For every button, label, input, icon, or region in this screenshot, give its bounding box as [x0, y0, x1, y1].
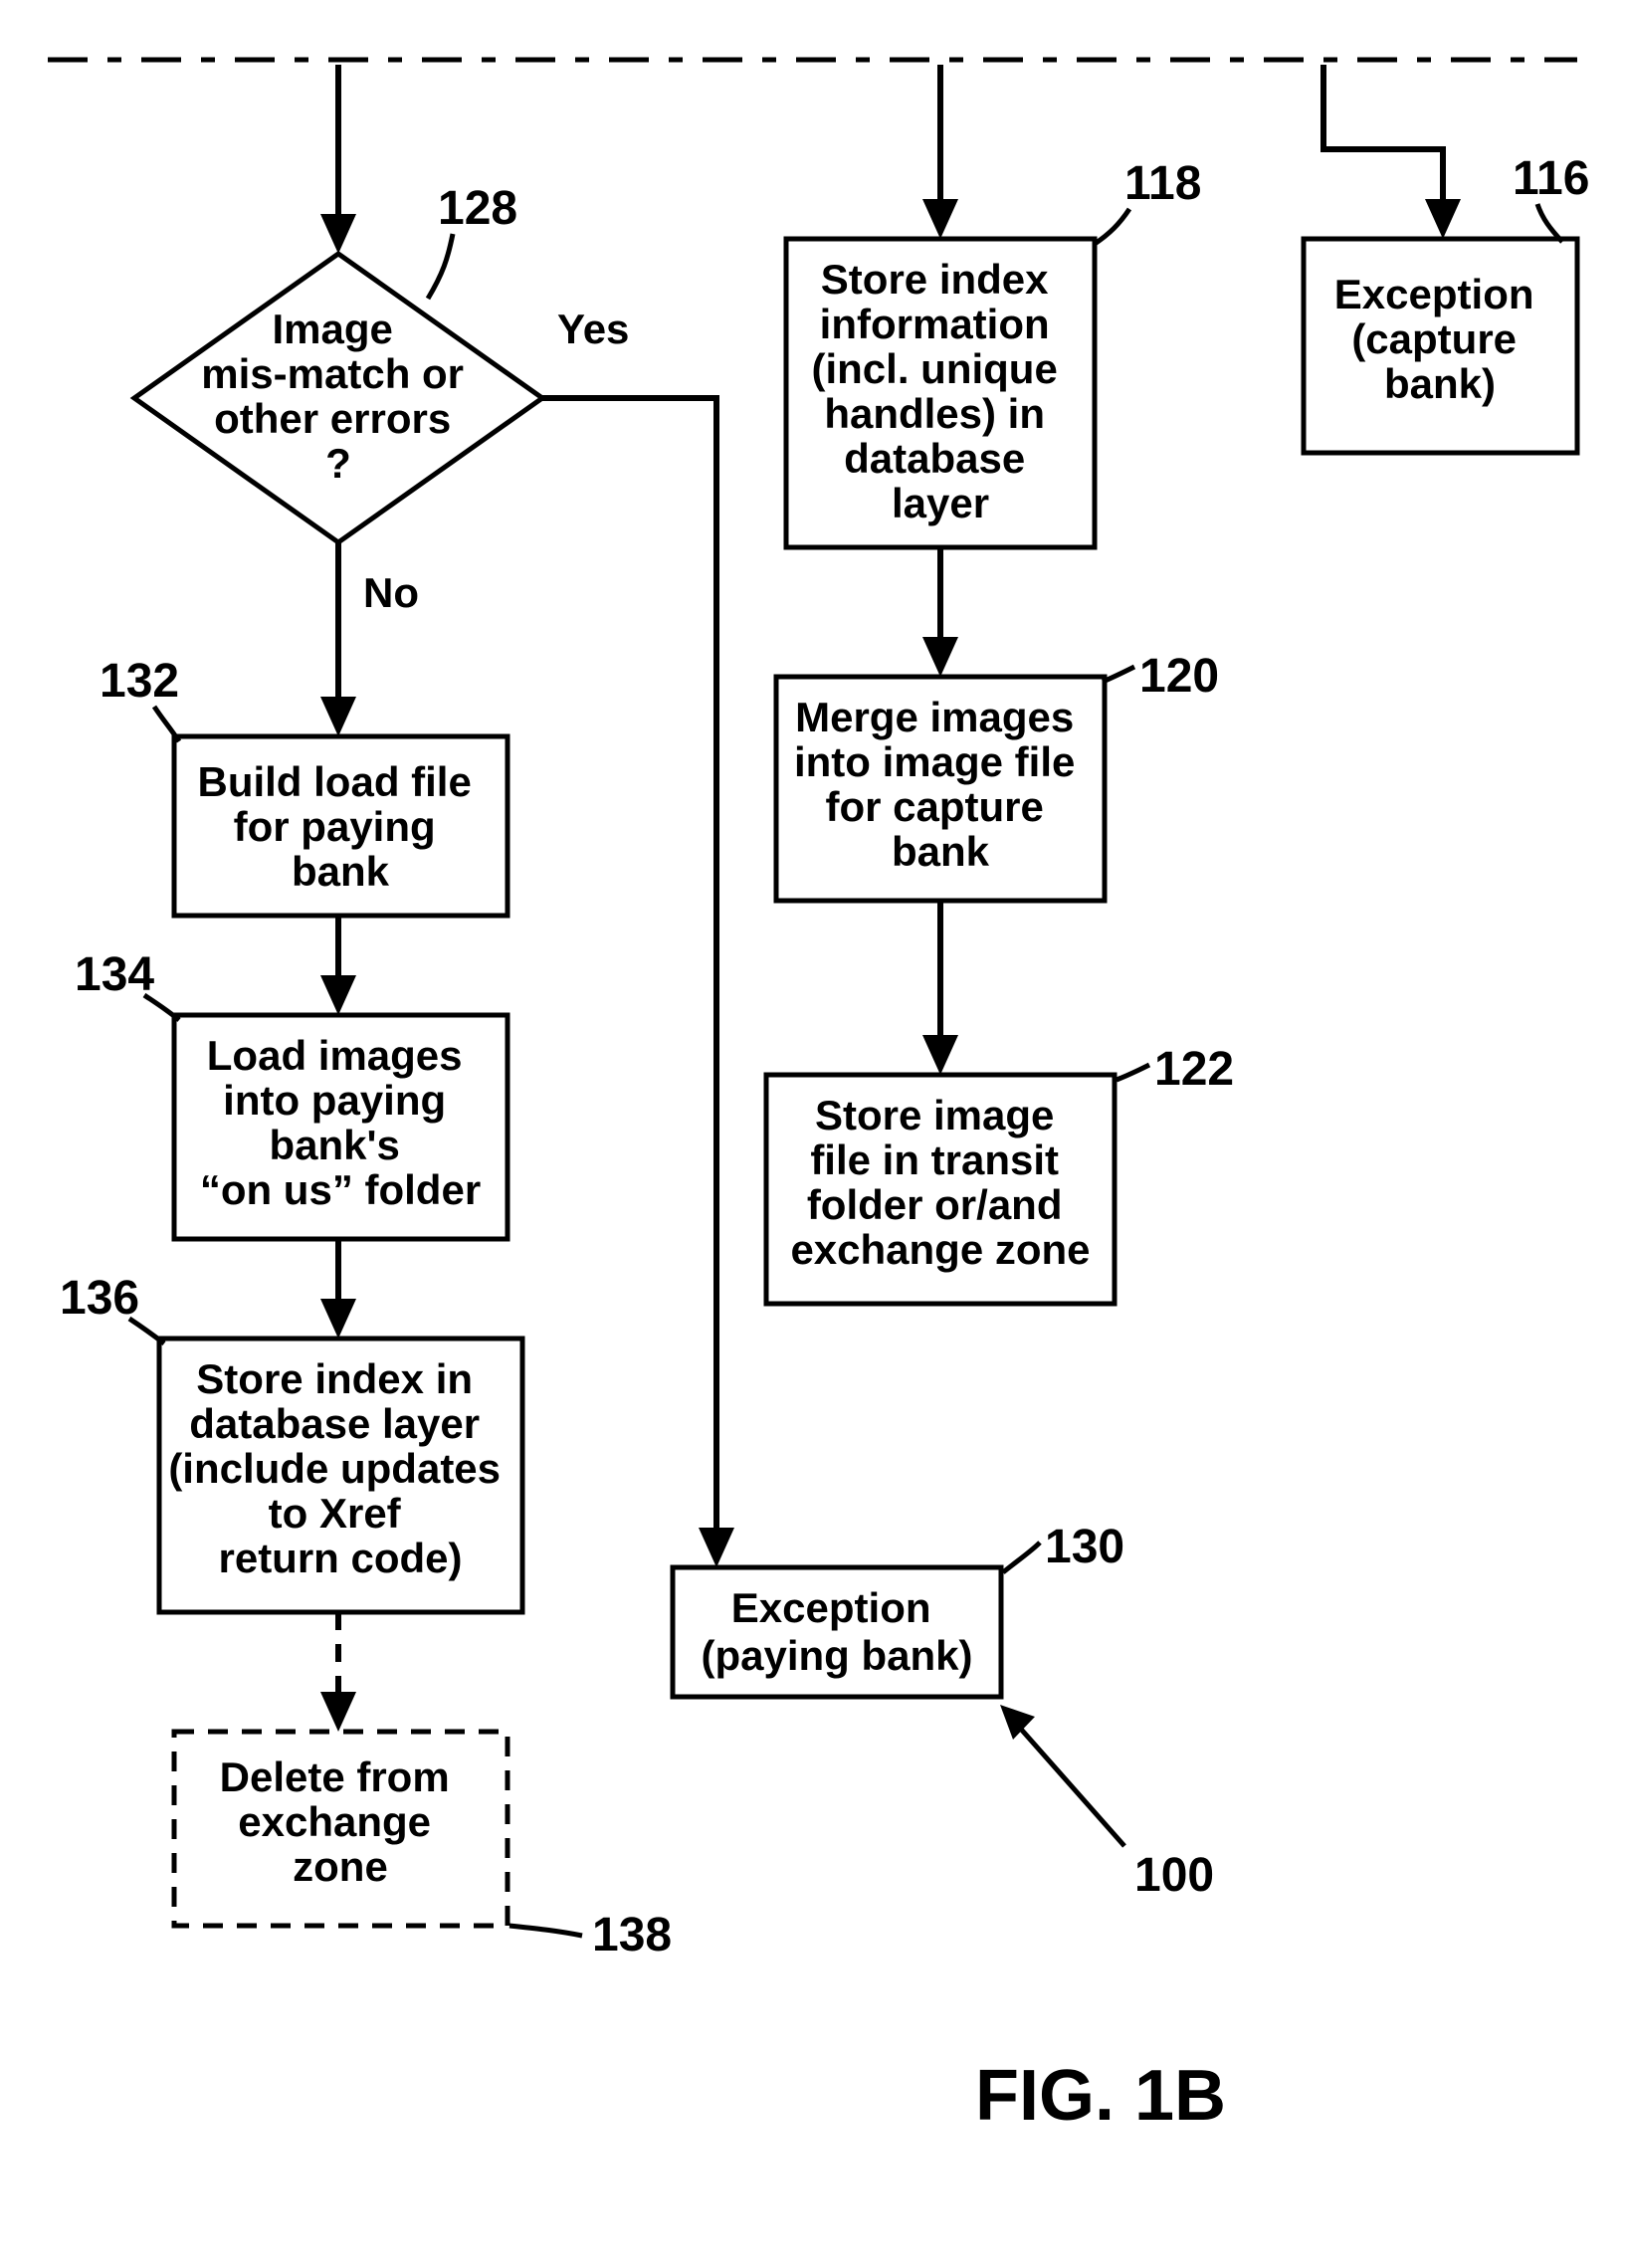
arrowhead — [320, 975, 356, 1015]
arrowhead — [320, 1692, 356, 1732]
leader-118 — [1095, 209, 1129, 244]
node-134-text: Load images into paying bank's “on us” f… — [200, 1032, 481, 1213]
branch-yes: Yes — [557, 306, 629, 352]
ref-122: 122 — [1154, 1043, 1234, 1096]
leader-128 — [428, 234, 453, 299]
leader-116 — [1537, 204, 1562, 242]
ref-120: 120 — [1139, 650, 1219, 703]
leader-136 — [129, 1319, 164, 1343]
arrowhead — [320, 1299, 356, 1339]
ref-138: 138 — [592, 1909, 672, 1961]
node-122-text: Store image file in transit folder or/an… — [790, 1092, 1090, 1273]
edge-128-130 — [542, 398, 716, 1538]
ref-128: 128 — [438, 182, 517, 235]
leader-130 — [1003, 1543, 1040, 1572]
flowchart-figure: Image mis-match or other errors ? 128 Ye… — [0, 0, 1625, 2268]
arrowhead — [922, 199, 958, 239]
leader-120 — [1103, 667, 1134, 682]
ref-136: 136 — [60, 1272, 139, 1325]
ref-130: 130 — [1045, 1521, 1124, 1573]
arrowhead — [1425, 199, 1461, 239]
ref-132: 132 — [100, 655, 179, 708]
arrowhead — [922, 1035, 958, 1075]
arrowhead — [320, 697, 356, 736]
edge-top-116 — [1323, 65, 1443, 209]
node-130-text: Exception (paying bank) — [701, 1584, 972, 1679]
arrowhead — [1000, 1705, 1035, 1740]
node-136-text: Store index in database layer (include u… — [168, 1355, 511, 1581]
leader-122 — [1117, 1065, 1149, 1080]
leader-132 — [154, 707, 179, 741]
arrowhead — [922, 637, 958, 677]
branch-no: No — [363, 569, 419, 616]
figure-label: FIG. 1B — [975, 2056, 1226, 2136]
leader-134 — [144, 995, 179, 1020]
leader-138 — [509, 1926, 582, 1936]
arrowhead — [699, 1528, 734, 1567]
ref-100: 100 — [1134, 1849, 1214, 1902]
arrowhead — [320, 214, 356, 254]
ref-118: 118 — [1124, 157, 1201, 210]
ref-116: 116 — [1513, 152, 1589, 205]
leader-100 — [1010, 1717, 1124, 1846]
ref-134: 134 — [75, 948, 154, 1001]
